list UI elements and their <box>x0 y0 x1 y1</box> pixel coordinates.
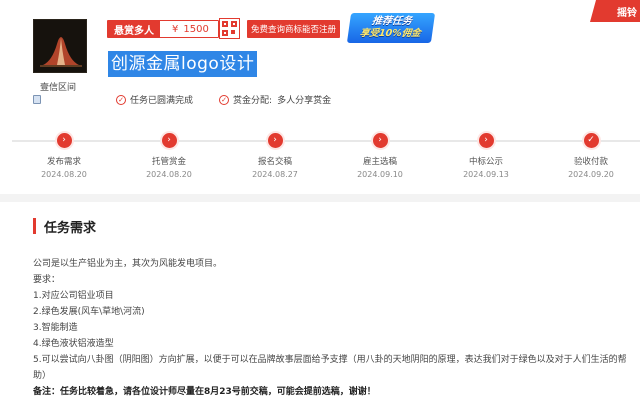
chevron-right-icon: › <box>372 133 388 148</box>
chevron-right-icon: › <box>161 133 177 148</box>
step-select: › 雇主选稿 2024.09.10 <box>340 133 420 179</box>
step-date: 2024.09.13 <box>463 170 509 179</box>
reward-value: 多人分享赏金 <box>277 96 332 106</box>
step-date: 2024.08.27 <box>252 170 298 179</box>
requirements-label: 要求： <box>33 275 61 285</box>
status-text: 任务已圆满完成 <box>130 96 194 106</box>
page-title: 创源金属logo设计 <box>108 51 258 77</box>
step-date: 2024.09.10 <box>357 170 403 179</box>
step-label: 托管赏金 <box>151 157 186 167</box>
section-divider <box>0 194 640 202</box>
section-title: 任务需求 <box>44 221 97 236</box>
step-date: 2024.08.20 <box>41 170 87 179</box>
seller-name[interactable]: 壹信区间 <box>40 80 76 93</box>
progress-steps: › 发布需求 2024.08.20 › 托管赏金 2024.08.20 › 报名… <box>0 133 640 180</box>
requirement-item: 1.对应公司铝业项目 <box>33 291 114 301</box>
promo-banner[interactable]: 推荐任务 享受10%佣金 <box>346 13 436 43</box>
step-escrow: › 托管赏金 2024.08.20 <box>129 133 209 179</box>
requirement-item: 5.可以尝试向八卦图（阴阳图）方向扩展，以便于可以在品牌故事层面给予支撑（用八卦… <box>33 355 627 381</box>
step-label: 验收付款 <box>573 157 608 167</box>
price-tag: 悬赏多人 ¥ 1500 <box>107 20 219 38</box>
price-display: ¥ 1500 <box>160 21 218 37</box>
price-symbol: ¥ <box>172 23 179 35</box>
step-publish: › 发布需求 2024.08.20 <box>24 133 104 179</box>
requirements-body: 公司是以生产铝业为主，其次为风能发电项目。 要求： 1.对应公司铝业项目 2.绿… <box>33 256 633 400</box>
section-accent-bar <box>33 218 36 234</box>
requirement-item: 4.绿色液状铝液造型 <box>33 339 114 349</box>
task-meta: ✓ 任务已圆满完成 ✓ 赏金分配: 多人分享赏金 <box>116 93 331 106</box>
price-value: 1500 <box>183 23 209 35</box>
chevron-right-icon: › <box>56 133 72 148</box>
qr-code-icon[interactable] <box>219 18 240 39</box>
step-label: 中标公示 <box>468 157 503 167</box>
promo-line2: 享受10%佣金 <box>359 28 422 39</box>
step-label: 报名交稿 <box>257 157 292 167</box>
avatar[interactable] <box>33 19 87 73</box>
requirements-intro: 公司是以生产铝业为主，其次为风能发电项目。 <box>33 259 223 269</box>
requirement-item: 3.智能制造 <box>33 323 78 333</box>
step-date: 2024.08.20 <box>146 170 192 179</box>
requirements-note: 备注：任务比较着急，请各位设计师尽量在8月23号前交稿，可能会提前选稿，谢谢！ <box>33 387 376 397</box>
phone-verified-icon <box>33 95 41 104</box>
task-mode-badge: 悬赏多人 <box>108 21 160 37</box>
progress-line <box>12 140 640 142</box>
requirement-item: 2.绿色发展(风车\草地\河流) <box>33 307 145 317</box>
reward-label: 赏金分配: <box>233 96 273 106</box>
step-submit: › 报名交稿 2024.08.27 <box>235 133 315 179</box>
step-date: 2024.09.20 <box>568 170 614 179</box>
promo-line1: 推荐任务 <box>371 16 413 27</box>
step-payment: ✓ 验收付款 2024.09.20 <box>551 133 631 179</box>
reward-check-icon: ✓ <box>219 94 230 105</box>
trademark-check-button[interactable]: 免费查询商标能否注册 <box>247 20 340 38</box>
step-label: 发布需求 <box>46 157 81 167</box>
check-icon: ✓ <box>583 133 599 148</box>
step-label: 雇主选稿 <box>362 157 397 167</box>
chevron-right-icon: › <box>478 133 494 148</box>
step-announce: › 中标公示 2024.09.13 <box>446 133 526 179</box>
tent-logo-icon <box>34 20 86 72</box>
corner-ribbon: 摇铃 <box>590 0 640 22</box>
check-circle-icon: ✓ <box>116 94 126 105</box>
chevron-right-icon: › <box>267 133 283 148</box>
task-header: 壹信区间 悬赏多人 ¥ 1500 免费查询商标能否注册 推荐任务 享受10%佣金… <box>0 0 640 120</box>
